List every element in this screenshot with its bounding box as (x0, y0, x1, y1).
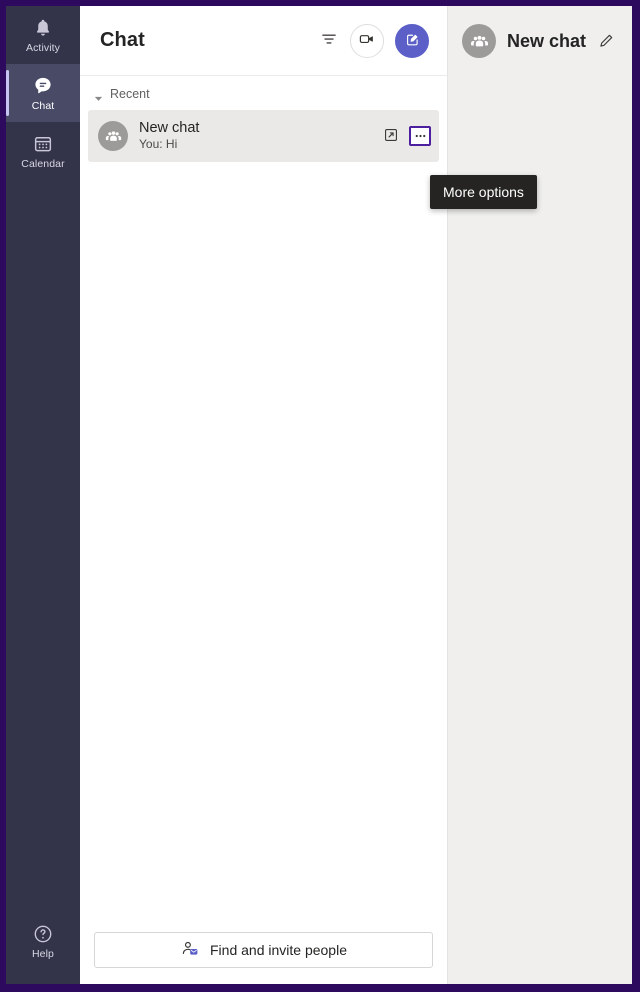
question-circle-icon (32, 923, 54, 945)
pencil-icon[interactable] (597, 32, 615, 50)
tooltip-more-options: More options (430, 175, 537, 209)
person-mail-icon (180, 939, 199, 961)
sidebar-item-activity[interactable]: Activity (6, 6, 80, 64)
page-title: Chat (100, 29, 145, 51)
sidebar-item-calendar[interactable]: Calendar (6, 122, 80, 180)
pop-out-icon (383, 127, 399, 146)
sidebar-item-help[interactable]: Help (6, 912, 80, 970)
left-nav-rail: Activity Chat Calendar Help (6, 6, 80, 984)
window-frame: Activity Chat Calendar Help Chat Recent … (0, 0, 640, 992)
video-camera-icon (358, 30, 376, 51)
chat-list-footer: Find and invite people (80, 932, 447, 984)
sidebar-item-chat[interactable]: Chat (6, 64, 80, 122)
filter-icon (320, 30, 338, 51)
avatar (462, 24, 496, 58)
chat-detail-panel: New chat (448, 6, 632, 984)
chat-detail-header: New chat (448, 6, 632, 76)
chat-detail-title: New chat (507, 30, 587, 51)
sidebar-item-label: Activity (25, 41, 61, 54)
sidebar-item-label: Calendar (21, 157, 65, 170)
chat-list-item-new-chat[interactable]: New chat You: Hi (88, 110, 439, 162)
chat-item-preview: You: Hi (139, 137, 178, 151)
sidebar-item-label: Help (32, 947, 54, 960)
chat-list-header: Chat (80, 6, 447, 76)
recent-section-toggle[interactable]: Recent (80, 80, 447, 108)
chevron-down-icon (94, 90, 103, 101)
chat-item-texts: New chat You: Hi (139, 120, 199, 152)
bell-icon (32, 17, 54, 39)
rail-spacer (6, 180, 80, 912)
chat-list-empty-space (80, 162, 447, 932)
calendar-icon (32, 133, 54, 155)
new-chat-compose-button[interactable] (395, 23, 429, 58)
chat-item-name: New chat (139, 120, 200, 136)
video-call-button[interactable] (350, 23, 384, 58)
chat-list-panel: Chat Recent New chat You: Hi Find and in… (80, 6, 537, 984)
more-options-button[interactable] (409, 126, 431, 146)
more-options-ellipsis-icon (413, 129, 428, 144)
teams-app: Activity Chat Calendar Help Chat Recent … (6, 6, 632, 984)
filter-button[interactable] (319, 31, 339, 51)
chat-detail-body (448, 76, 632, 984)
chat-item-actions (381, 126, 431, 146)
compose-pencil-icon (404, 31, 421, 51)
pop-out-chat-button[interactable] (381, 126, 401, 146)
invite-button-label: Find and invite people (210, 942, 347, 958)
find-and-invite-people-button[interactable]: Find and invite people (94, 932, 433, 968)
chat-bubble-icon (32, 75, 54, 97)
chat-list-header-actions (319, 23, 429, 58)
recent-section-label: Recent (110, 87, 150, 101)
avatar (98, 121, 128, 151)
sidebar-item-label: Chat (31, 99, 55, 112)
